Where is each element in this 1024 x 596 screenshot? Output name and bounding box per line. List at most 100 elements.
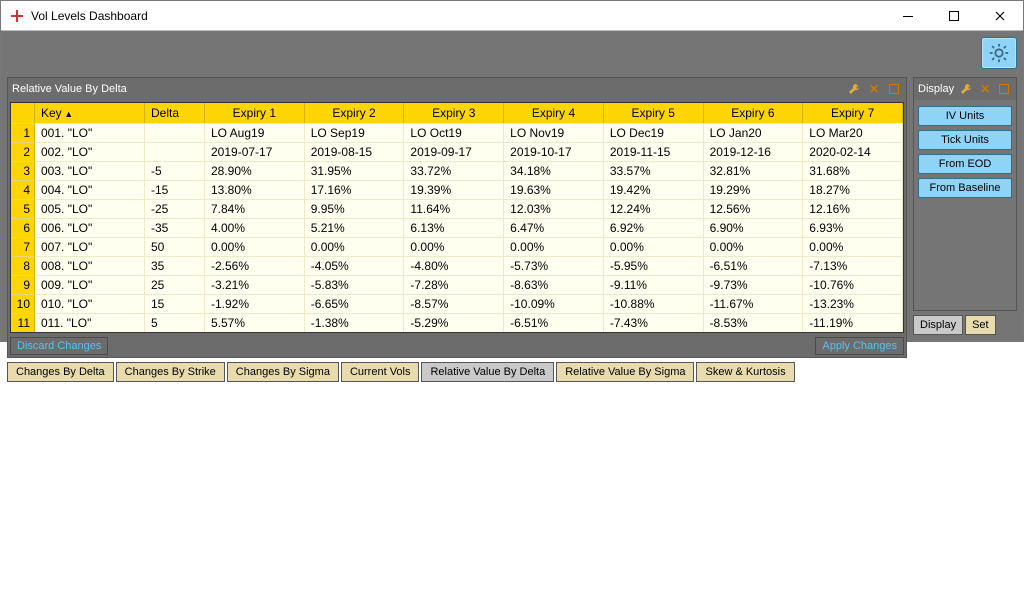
cell-expiry-6[interactable]: 2019-12-16 (704, 142, 804, 161)
row-number[interactable]: 8 (11, 256, 35, 275)
cell-expiry-4[interactable]: -5.73% (504, 256, 604, 275)
cell-expiry-6[interactable]: -9.73% (704, 275, 804, 294)
cell-expiry-1[interactable]: LO Aug19 (205, 123, 305, 142)
cell-expiry-5[interactable]: 12.24% (604, 199, 704, 218)
cell-expiry-4[interactable]: 34.18% (504, 161, 604, 180)
cell-expiry-5[interactable]: 19.42% (604, 180, 704, 199)
cell-expiry-7[interactable]: 6.93% (803, 218, 903, 237)
settings-button[interactable] (981, 37, 1017, 69)
cell-key[interactable]: 002. "LO" (35, 142, 145, 161)
cell-expiry-1[interactable]: -3.21% (205, 275, 305, 294)
cell-delta[interactable] (145, 123, 205, 142)
row-number[interactable]: 9 (11, 275, 35, 294)
column-header-expiry-4[interactable]: Expiry 4 (504, 103, 604, 123)
cell-expiry-7[interactable]: LO Mar20 (803, 123, 903, 142)
cell-expiry-2[interactable]: 9.95% (305, 199, 405, 218)
cell-expiry-1[interactable]: 4.00% (205, 218, 305, 237)
cell-delta[interactable]: 35 (145, 256, 205, 275)
tab-relative-value-by-delta[interactable]: Relative Value By Delta (421, 362, 554, 382)
cell-expiry-7[interactable]: -10.76% (803, 275, 903, 294)
cell-expiry-3[interactable]: LO Oct19 (404, 123, 504, 142)
cell-expiry-5[interactable]: 0.00% (604, 237, 704, 256)
cell-expiry-1[interactable]: -1.92% (205, 294, 305, 313)
cell-expiry-1[interactable]: 5.57% (205, 313, 305, 332)
close-panel-icon[interactable]: ✕ (977, 81, 992, 97)
cell-expiry-6[interactable]: 6.90% (704, 218, 804, 237)
column-header-expiry-2[interactable]: Expiry 2 (305, 103, 405, 123)
cell-expiry-3[interactable]: 33.72% (404, 161, 504, 180)
wrench-icon[interactable] (958, 81, 973, 97)
minimize-button[interactable] (885, 1, 931, 31)
cell-expiry-6[interactable]: -6.51% (704, 256, 804, 275)
cell-expiry-4[interactable]: LO Nov19 (504, 123, 604, 142)
cell-expiry-2[interactable]: -4.05% (305, 256, 405, 275)
display-option-tick-units[interactable]: Tick Units (918, 130, 1012, 150)
cell-expiry-3[interactable]: 11.64% (404, 199, 504, 218)
row-number[interactable]: 7 (11, 237, 35, 256)
cell-delta[interactable]: 15 (145, 294, 205, 313)
cell-expiry-2[interactable]: 31.95% (305, 161, 405, 180)
display-option-iv-units[interactable]: IV Units (918, 106, 1012, 126)
cell-expiry-5[interactable]: -7.43% (604, 313, 704, 332)
column-header-key[interactable]: Key (35, 103, 145, 123)
cell-expiry-7[interactable]: 31.68% (803, 161, 903, 180)
cell-expiry-4[interactable]: 19.63% (504, 180, 604, 199)
close-button[interactable] (977, 1, 1023, 31)
apply-changes-button[interactable]: Apply Changes (815, 337, 904, 355)
cell-expiry-3[interactable]: 0.00% (404, 237, 504, 256)
cell-expiry-7[interactable]: 2020-02-14 (803, 142, 903, 161)
column-header-expiry-7[interactable]: Expiry 7 (803, 103, 903, 123)
row-number[interactable]: 11 (11, 313, 35, 332)
tab-changes-by-delta[interactable]: Changes By Delta (7, 362, 114, 382)
cell-delta[interactable]: 5 (145, 313, 205, 332)
row-number[interactable]: 1 (11, 123, 35, 142)
cell-key[interactable]: 008. "LO" (35, 256, 145, 275)
cell-expiry-2[interactable]: 0.00% (305, 237, 405, 256)
cell-expiry-7[interactable]: 0.00% (803, 237, 903, 256)
cell-expiry-5[interactable]: LO Dec19 (604, 123, 704, 142)
cell-key[interactable]: 009. "LO" (35, 275, 145, 294)
display-option-from-baseline[interactable]: From Baseline (918, 178, 1012, 198)
cell-delta[interactable]: 25 (145, 275, 205, 294)
row-number[interactable]: 2 (11, 142, 35, 161)
cell-key[interactable]: 007. "LO" (35, 237, 145, 256)
restore-panel-icon[interactable] (997, 81, 1012, 97)
cell-expiry-5[interactable]: -10.88% (604, 294, 704, 313)
cell-expiry-5[interactable]: 33.57% (604, 161, 704, 180)
cell-expiry-3[interactable]: -8.57% (404, 294, 504, 313)
cell-expiry-4[interactable]: 12.03% (504, 199, 604, 218)
cell-expiry-2[interactable]: -5.83% (305, 275, 405, 294)
cell-expiry-2[interactable]: -1.38% (305, 313, 405, 332)
column-header-rownum[interactable] (11, 103, 35, 123)
cell-expiry-6[interactable]: -8.53% (704, 313, 804, 332)
column-header-expiry-6[interactable]: Expiry 6 (704, 103, 804, 123)
cell-delta[interactable]: -15 (145, 180, 205, 199)
data-grid[interactable]: KeyDeltaExpiry 1Expiry 2Expiry 3Expiry 4… (10, 102, 904, 333)
cell-key[interactable]: 010. "LO" (35, 294, 145, 313)
column-header-expiry-1[interactable]: Expiry 1 (205, 103, 305, 123)
cell-expiry-3[interactable]: 6.13% (404, 218, 504, 237)
cell-expiry-6[interactable]: 32.81% (704, 161, 804, 180)
tab-current-vols[interactable]: Current Vols (341, 362, 420, 382)
discard-changes-button[interactable]: Discard Changes (10, 337, 108, 355)
side-tab-set[interactable]: Set (965, 315, 996, 335)
cell-delta[interactable]: -25 (145, 199, 205, 218)
cell-expiry-3[interactable]: 19.39% (404, 180, 504, 199)
side-tab-display[interactable]: Display (913, 315, 963, 335)
cell-key[interactable]: 011. "LO" (35, 313, 145, 332)
cell-expiry-6[interactable]: LO Jan20 (704, 123, 804, 142)
column-header-expiry-5[interactable]: Expiry 5 (604, 103, 704, 123)
cell-expiry-4[interactable]: -8.63% (504, 275, 604, 294)
cell-expiry-4[interactable]: -6.51% (504, 313, 604, 332)
cell-expiry-3[interactable]: -5.29% (404, 313, 504, 332)
cell-expiry-5[interactable]: 6.92% (604, 218, 704, 237)
column-header-delta[interactable]: Delta (145, 103, 205, 123)
cell-expiry-2[interactable]: LO Sep19 (305, 123, 405, 142)
cell-expiry-4[interactable]: -10.09% (504, 294, 604, 313)
cell-delta[interactable]: -5 (145, 161, 205, 180)
cell-expiry-7[interactable]: 18.27% (803, 180, 903, 199)
cell-expiry-6[interactable]: -11.67% (704, 294, 804, 313)
cell-expiry-4[interactable]: 6.47% (504, 218, 604, 237)
cell-delta[interactable]: 50 (145, 237, 205, 256)
close-panel-icon[interactable]: ✕ (866, 81, 882, 97)
